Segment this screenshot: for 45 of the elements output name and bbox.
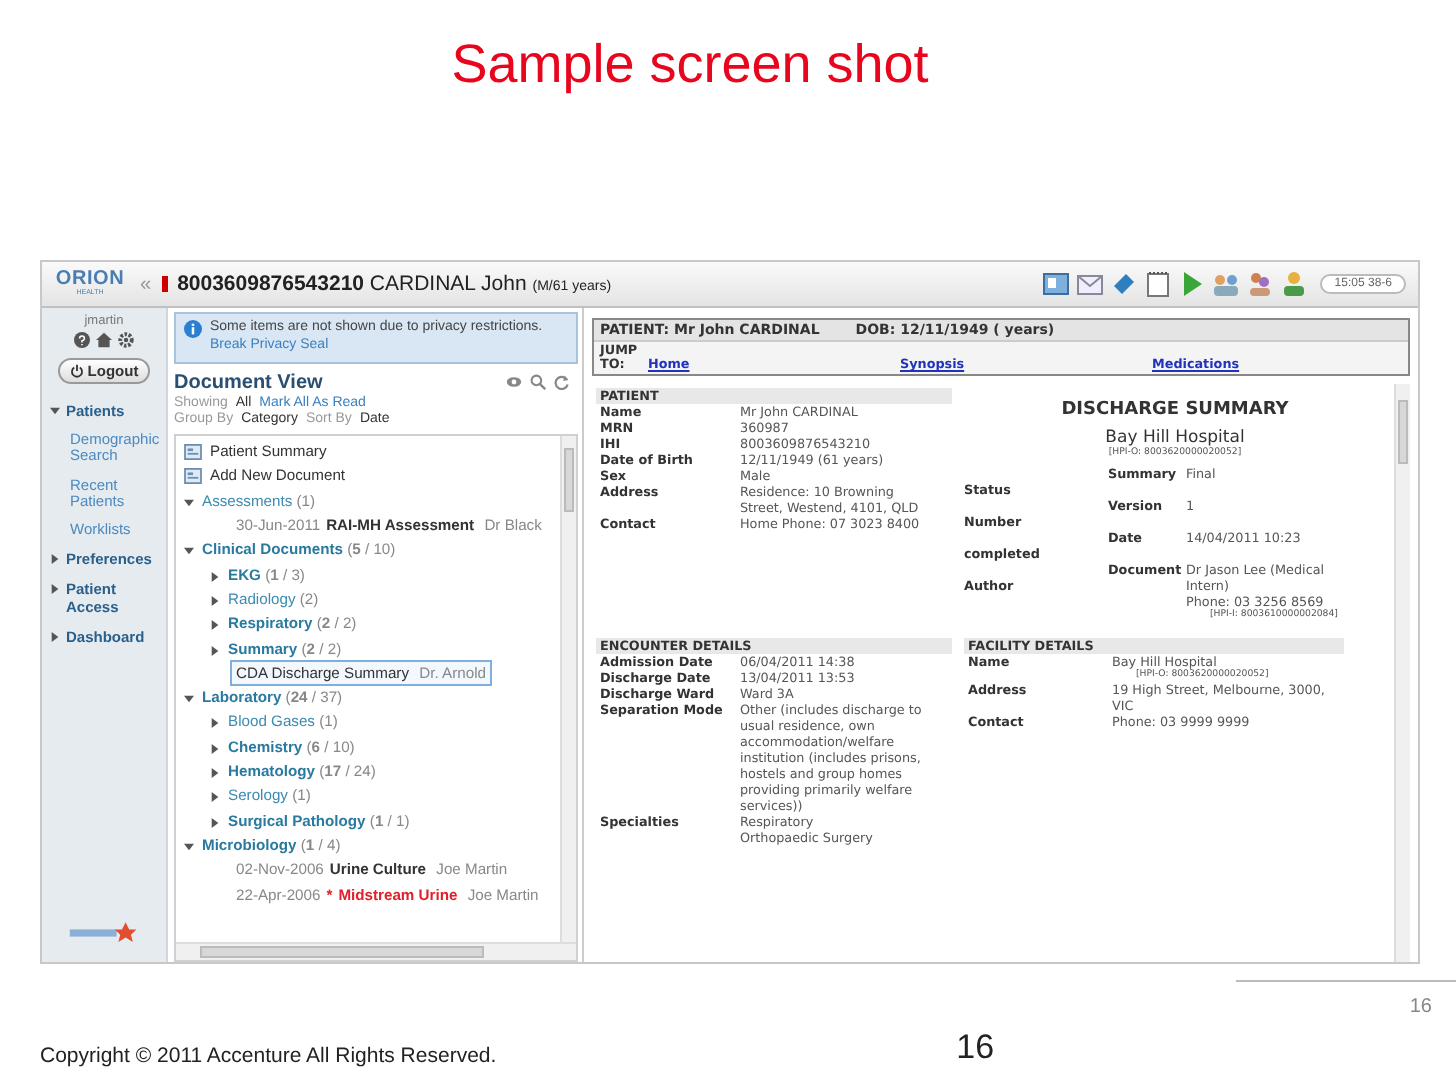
caret-icon[interactable] — [50, 406, 60, 416]
collapse-button[interactable]: « — [140, 273, 152, 295]
scrollbar[interactable] — [1394, 384, 1410, 962]
caret-icon[interactable] — [184, 546, 194, 557]
notepad-icon[interactable] — [1144, 270, 1173, 298]
scrollbar[interactable] — [560, 435, 576, 942]
caret-icon[interactable] — [210, 817, 220, 828]
caret-icon[interactable] — [210, 595, 220, 606]
caret-icon[interactable] — [50, 632, 60, 643]
scrollbar[interactable] — [176, 942, 576, 960]
help-icon[interactable] — [74, 332, 90, 348]
corner-page-number: 16 — [1409, 996, 1432, 1018]
caret-icon[interactable] — [210, 792, 220, 803]
facility-name: Bay Hill Hospital — [1105, 428, 1245, 449]
eye-icon[interactable] — [506, 374, 522, 390]
page-number: 16 — [956, 1028, 995, 1068]
card-icon[interactable] — [1042, 270, 1071, 298]
document-icon — [184, 443, 202, 460]
caret-icon[interactable] — [184, 694, 194, 705]
document-icon — [184, 467, 202, 484]
caret-icon[interactable] — [210, 571, 220, 582]
person-icon[interactable] — [1280, 270, 1309, 298]
power-icon — [69, 364, 84, 378]
envelope-icon[interactable] — [1076, 270, 1105, 298]
caret-icon[interactable] — [184, 497, 194, 508]
search-icon[interactable] — [530, 374, 546, 390]
caret-icon[interactable] — [210, 743, 220, 754]
home-icon[interactable] — [96, 332, 112, 348]
caret-icon[interactable] — [210, 768, 220, 778]
slide-title: Sample screen shot — [451, 34, 929, 96]
caret-icon[interactable] — [184, 841, 194, 852]
caret-icon[interactable] — [50, 584, 60, 595]
info-icon — [184, 320, 202, 338]
alert-flag-icon — [161, 276, 168, 292]
group-icon[interactable] — [1246, 270, 1275, 298]
copyright-text: Copyright © 2011 Accenture All Rights Reserved. — [40, 1044, 497, 1068]
settings-icon[interactable] — [118, 332, 134, 348]
refresh-icon[interactable] — [554, 374, 570, 390]
caret-icon[interactable] — [210, 645, 220, 656]
document-title: DISCHARGE SUMMARY — [1061, 400, 1289, 421]
panel-title: Document View — [174, 371, 323, 393]
caret-icon[interactable] — [210, 620, 220, 631]
caret-icon[interactable] — [50, 554, 60, 565]
logo-icon — [68, 920, 140, 946]
caret-icon[interactable] — [210, 718, 220, 729]
